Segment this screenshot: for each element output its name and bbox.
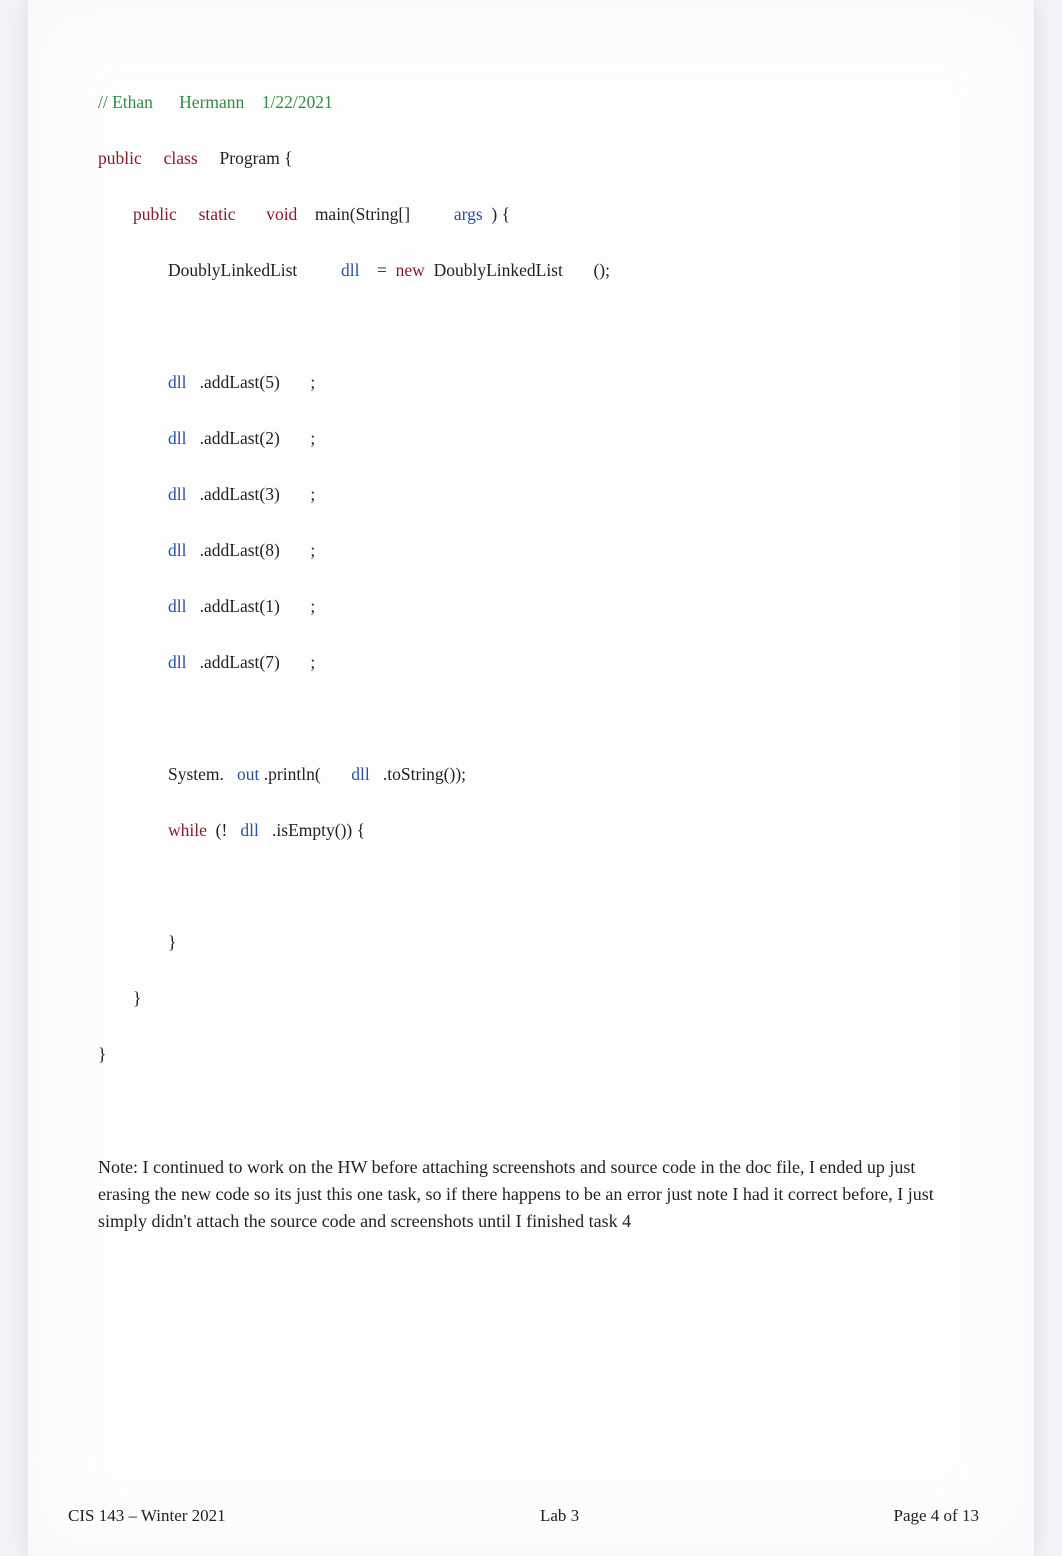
semi: ;	[310, 652, 315, 672]
semi: ;	[310, 540, 315, 560]
call-addlast: .addLast(3)	[200, 484, 280, 504]
brace: ) {	[491, 204, 510, 224]
var-dll: dll	[168, 596, 186, 616]
var-dll: dll	[168, 652, 186, 672]
kw-void: void	[266, 204, 297, 224]
parens: ();	[593, 260, 610, 280]
method-sig: main(String[]	[315, 204, 410, 224]
println: .println(	[264, 764, 321, 784]
footer-center: Lab 3	[540, 1506, 579, 1526]
call-addlast: .addLast(2)	[200, 428, 280, 448]
out: out	[237, 764, 259, 784]
kw-public: public	[133, 204, 177, 224]
brace-close: }	[168, 932, 176, 952]
kw-public: public	[98, 148, 142, 168]
ctor: DoublyLinkedList	[434, 260, 563, 280]
page-footer: CIS 143 – Winter 2021 Lab 3 Page 4 of 13	[68, 1506, 979, 1526]
kw-static: static	[199, 204, 236, 224]
call-addlast: .addLast(7)	[200, 652, 280, 672]
call-addlast: .addLast(5)	[200, 372, 280, 392]
not: (!	[216, 820, 228, 840]
brace-close: }	[133, 988, 141, 1008]
param-args: args	[454, 204, 483, 224]
var-dll: dll	[168, 372, 186, 392]
semi: ;	[310, 484, 315, 504]
type-dll: DoublyLinkedList	[168, 260, 297, 280]
semi: ;	[310, 428, 315, 448]
var-dll: dll	[168, 540, 186, 560]
eq: =	[377, 260, 387, 280]
kw-while: while	[168, 820, 207, 840]
tostring: .toString());	[383, 764, 466, 784]
call-addlast: .addLast(1)	[200, 596, 280, 616]
system: System.	[168, 764, 224, 784]
code-comment: // Ethan Hermann 1/22/2021	[98, 92, 333, 112]
kw-new: new	[396, 260, 425, 280]
note-paragraph: Note: I continued to work on the HW befo…	[98, 1154, 964, 1235]
class-name: Program {	[220, 148, 293, 168]
semi: ;	[310, 596, 315, 616]
code-block: // Ethan Hermann 1/22/2021 public class …	[98, 60, 964, 1124]
kw-class: class	[164, 148, 198, 168]
semi: ;	[310, 372, 315, 392]
isempty: .isEmpty()) {	[272, 820, 365, 840]
document-page: // Ethan Hermann 1/22/2021 public class …	[28, 0, 1034, 1556]
var-dll: dll	[341, 260, 359, 280]
var-dll: dll	[168, 428, 186, 448]
var-dll: dll	[168, 484, 186, 504]
call-addlast: .addLast(8)	[200, 540, 280, 560]
brace-close: }	[98, 1044, 106, 1064]
var-dll: dll	[240, 820, 258, 840]
var-dll: dll	[351, 764, 369, 784]
footer-right: Page 4 of 13	[894, 1506, 979, 1526]
footer-left: CIS 143 – Winter 2021	[68, 1506, 226, 1526]
